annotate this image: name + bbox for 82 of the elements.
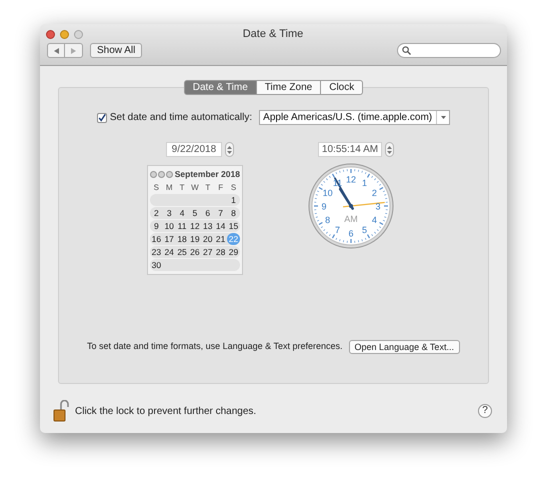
- back-button[interactable]: [47, 43, 65, 58]
- calendar-day[interactable]: 14: [214, 220, 228, 232]
- zoom-icon[interactable]: [74, 30, 83, 38]
- calendar-day[interactable]: 24: [162, 246, 176, 258]
- calendar-day[interactable]: 18: [176, 232, 188, 245]
- up-arrow-icon: [387, 146, 392, 148]
- clock-numeral: 8: [325, 215, 330, 225]
- clock-numeral: 10: [322, 188, 333, 198]
- clock-hands: [334, 177, 385, 210]
- calendar-month: September 2018: [174, 168, 240, 181]
- calendar-day[interactable]: 27: [201, 246, 214, 258]
- clock-numeral: 2: [372, 188, 377, 198]
- minimize-icon[interactable]: [60, 30, 69, 38]
- clock-numeral: 4: [372, 215, 377, 225]
- calendar-day[interactable]: 5: [188, 206, 202, 219]
- weekday-label: F: [217, 182, 224, 194]
- calendar-day[interactable]: 25: [176, 246, 188, 258]
- calendar-day[interactable]: 1: [227, 194, 240, 206]
- clock-numeral: 9: [322, 202, 326, 212]
- calendar-day[interactable]: 7: [214, 206, 228, 219]
- calendar-day[interactable]: 12: [188, 220, 202, 232]
- calendar-day[interactable]: 21: [214, 232, 228, 245]
- window-title: Date & Time: [242, 26, 304, 42]
- time-field[interactable]: 10:55:14 AM: [318, 142, 382, 157]
- weekday-label: W: [190, 182, 200, 194]
- auto-checkbox[interactable]: [96, 112, 107, 122]
- help-button[interactable]: ?: [478, 404, 492, 418]
- calendar-day[interactable]: 28: [214, 246, 228, 258]
- weekday-label: S: [152, 182, 160, 194]
- calendar-day[interactable]: 30: [150, 258, 163, 271]
- clock-numeral: 3: [376, 202, 380, 212]
- forward-icon: [71, 48, 76, 54]
- lock-text: Click the lock to prevent further changes.: [75, 404, 256, 418]
- calendar-day[interactable]: 23: [150, 246, 163, 258]
- show-all-button[interactable]: Show All: [90, 43, 142, 58]
- forward-button[interactable]: [65, 43, 83, 58]
- calendar[interactable]: September 2018 S M T W T F S 1 2 3 4 5 6 7 8 9 10 11 12 13 14 15 16 17 18 19 20 21 22 23 24 25 26 27 28 29 30: [146, 165, 243, 275]
- calendar-day[interactable]: 15: [227, 220, 240, 232]
- tab[interactable]: Date & Time: [184, 80, 257, 95]
- search-field[interactable]: [397, 43, 501, 58]
- calendar-day[interactable]: 13: [201, 220, 214, 232]
- date-field[interactable]: 9/22/2018: [166, 142, 222, 157]
- auto-label: Set date and time automatically:: [110, 111, 252, 125]
- clock-numeral: 5: [362, 224, 367, 235]
- weekday-label: M: [164, 182, 174, 194]
- down-arrow-icon: [387, 150, 392, 154]
- calendar-day[interactable]: 26: [188, 246, 202, 258]
- back-icon: [54, 48, 58, 54]
- stepper[interactable]: [385, 142, 394, 157]
- calendar-day[interactable]: 20: [201, 232, 214, 245]
- calendar-day[interactable]: 11: [176, 220, 188, 232]
- clock-numeral: 6: [348, 228, 354, 238]
- server-dropdown[interactable]: Apple Americas/U.S. (time.apple.com): [259, 110, 450, 125]
- clock-numeral: 1: [362, 178, 367, 188]
- weekday-label: T: [178, 182, 186, 194]
- tab[interactable]: Time Zone: [256, 80, 322, 95]
- calendar-day[interactable]: 17: [162, 232, 176, 245]
- calendar-day[interactable]: 4: [176, 206, 188, 219]
- calendar-day[interactable]: 9: [150, 220, 163, 232]
- open-language-button[interactable]: Open Language & Text...: [348, 340, 460, 354]
- padlock-icon[interactable]: [53, 400, 69, 422]
- weekday-label: T: [204, 182, 212, 194]
- dropdown-arrow-icon: [440, 116, 446, 119]
- calendar-day[interactable]: 6: [201, 206, 214, 219]
- calendar-day[interactable]: 3: [162, 206, 176, 219]
- clock-numeral: 7: [335, 224, 340, 235]
- down-arrow-icon: [227, 150, 232, 154]
- up-arrow-icon: [227, 146, 232, 148]
- clock-period: AM: [344, 214, 358, 224]
- calendar-day[interactable]: 16: [150, 232, 163, 245]
- weekday-label: S: [230, 182, 238, 194]
- calendar-day[interactable]: 8: [227, 206, 240, 219]
- close-icon[interactable]: [46, 30, 55, 38]
- search-icon: [402, 46, 411, 55]
- tab[interactable]: Clock: [321, 80, 364, 95]
- calendar-day[interactable]: 2: [150, 206, 163, 219]
- calendar-day[interactable]: 19: [188, 232, 202, 245]
- stepper[interactable]: [225, 142, 234, 157]
- calendar-day[interactable]: 10: [162, 220, 176, 232]
- calendar-day[interactable]: 29: [227, 246, 240, 258]
- clock-numeral: 12: [346, 174, 356, 184]
- formats-hint: To set date and time formats, use Language & Text preferences.: [87, 340, 343, 354]
